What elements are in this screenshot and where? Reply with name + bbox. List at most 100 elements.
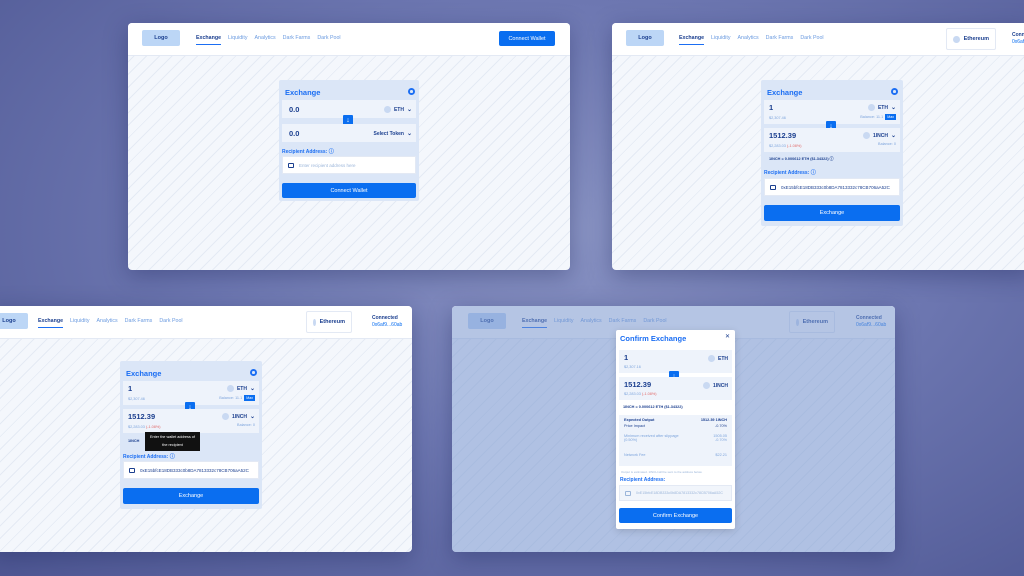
max-button[interactable]: Max [885,114,896,120]
connect-wallet-button[interactable]: Connect Wallet [282,183,416,198]
recipient-label: Recipient Address: ⓘ [282,149,334,155]
recipient-input[interactable]: 0xE15bfcE18DB333c0b8DA7813332c78CB706aA5… [123,461,259,479]
recipient-input[interactable]: Enter recipient address here [282,156,416,174]
nav-exchange[interactable]: Exchange [679,35,705,45]
network-label: Ethereum [963,36,989,42]
close-icon[interactable]: ✕ [725,333,730,340]
connect-wallet-nav-button[interactable]: Connect Wallet [499,31,555,46]
to-panel: 1512.39 $2,283.03 (-1.08%) 1INCH ⌄ Balanc… [764,128,900,152]
to-usd: $2,283.03 (-1.08%) [624,392,657,396]
to-amount[interactable]: 0.0 [289,129,299,138]
to-amount[interactable]: 1512.39 [769,131,796,140]
card-title: Exchange [126,369,162,378]
recipient-value: 0xE15bfcE18DB333c0b8DA7813332c78CB706aA5… [636,491,723,495]
from-balance: Balance: 11.1 Max [219,395,255,401]
connected-label: Connected [372,315,398,321]
to-token-select[interactable]: 1INCH ⌄ [221,413,255,420]
confirm-exchange-modal: Confirm Exchange ✕ 1 $2,307.16 ETH ↓ 151… [616,330,735,529]
to-balance: Balance: 0 [878,142,896,146]
token-icon [702,382,710,389]
nav-analytics[interactable]: Analytics [254,35,275,45]
chevron-down-icon: ⌄ [890,105,896,111]
exchange-button[interactable]: Exchange [123,488,259,504]
balance-text: Balance: 11.1 [860,115,884,119]
nav-liquidity[interactable]: Liquidity [711,35,730,45]
nav-exchange[interactable]: Exchange [196,35,222,45]
expected-output-row: Expected Output 1512.39 1INCH [624,418,727,422]
top-nav: Logo Exchange Liquidity Analytics Dark F… [612,23,1024,56]
nav-exchange[interactable]: Exchange [38,318,64,328]
to-token-select[interactable]: 1INCH ⌄ [862,132,896,139]
settings-gear-icon[interactable] [408,88,415,95]
nav-dark-pool[interactable]: Dark Pool [800,35,823,45]
modal-title: Confirm Exchange [620,334,687,343]
from-token-select[interactable]: ETH ⌄ [226,385,255,392]
exchange-card: Exchange 0.0 ETH ⌄ ↓ 0.0 Select Token ⌄ Re… [279,80,419,201]
tooltip-line-2: the recipient [162,443,183,447]
network-label: Ethereum [319,319,345,325]
recipient-value: 0xE15bfcE18DB333c0b8DA7813332c78CB706aA5… [140,467,249,473]
nav-links: Exchange Liquidity Analytics Dark Farms … [38,318,183,328]
to-panel: 1512.39 $2,283.03 (-1.08%) 1INCH [619,377,732,400]
network-selector[interactable]: Ethereum [946,28,996,50]
ethereum-icon [953,35,960,43]
token-icon [867,104,875,111]
nav-liquidity[interactable]: Liquidity [70,318,89,328]
confirm-exchange-button[interactable]: Confirm Exchange [619,508,732,523]
chevron-down-icon: ⌄ [406,131,412,137]
from-balance: Balance: 11.1 Max [860,114,896,120]
screen-confirm-exchange: Logo Exchange Liquidity Analytics Dark F… [452,306,895,552]
output-note: Output is estimated. 1INCH will be sent … [621,470,703,474]
settings-gear-icon[interactable] [891,88,898,95]
wallet-icon [288,162,294,168]
price-impact-row: Price Impact -0.70% [624,424,727,428]
exchange-button[interactable]: Exchange [764,205,900,221]
nav-dark-farms[interactable]: Dark Farms [125,318,153,328]
nav-dark-pool[interactable]: Dark Pool [317,35,340,45]
recipient-value: 0xE15bfcE18DB333c0b8DA7813332c78CB706aA5… [781,184,890,190]
info-icon[interactable]: ⓘ [170,454,175,460]
to-token-select[interactable]: Select Token ⌄ [373,130,412,138]
nav-dark-farms[interactable]: Dark Farms [283,35,311,45]
from-token-label: ETH [718,355,728,362]
from-token-select[interactable]: ETH ⌄ [867,104,896,111]
network-selector[interactable]: Ethereum [306,311,352,333]
from-usd: $2,307.46 [128,397,145,401]
exchange-rate: 1INCH = 0.000612 ETH ($1.34322) ⓘ [769,157,834,161]
logo: Logo [626,30,664,46]
connected-status[interactable]: Connected0x6af9...60ab [372,315,402,329]
tooltip-line-1: Enter the wallet address of [150,435,195,439]
token-icon [708,355,715,362]
settings-gear-icon[interactable] [250,369,257,376]
max-button[interactable]: Max [244,395,255,401]
from-amount[interactable]: 1 [769,103,773,112]
recipient-input[interactable]: 0xE15bfcE18DB333c0b8DA7813332c78CB706aA5… [764,178,900,196]
connected-status[interactable]: Connected0x6af [1012,32,1024,46]
exchange-rate: 1INCH [128,439,140,443]
top-nav: Logo Exchange Liquidity Analytics Dark F… [0,306,412,339]
connected-label: Connected [1012,32,1024,38]
nav-links: Exchange Liquidity Analytics Dark Farms … [679,35,824,45]
logo: Logo [0,313,28,329]
to-token-label: 1INCH [712,382,728,389]
recipient-label: Recipient Address: [620,477,666,483]
nav-analytics[interactable]: Analytics [737,35,758,45]
from-token-select[interactable]: ETH ⌄ [383,106,412,113]
from-token-label: ETH [236,385,247,392]
from-amount[interactable]: 0.0 [289,105,299,114]
nav-links: Exchange Liquidity Analytics Dark Farms … [196,35,341,45]
nav-liquidity[interactable]: Liquidity [228,35,247,45]
from-usd: $2,307.16 [624,365,641,369]
chevron-down-icon: ⌄ [249,414,255,420]
nav-dark-pool[interactable]: Dark Pool [159,318,182,328]
nav-dark-farms[interactable]: Dark Farms [766,35,794,45]
to-balance: Balance: 0 [237,423,255,427]
top-nav: Logo Exchange Liquidity Analytics Dark F… [128,23,570,56]
exchange-card: Exchange 1 $2,307.46 ETH ⌄ Balance: 11.1 M… [761,80,903,226]
chevron-down-icon: ⌄ [406,107,412,113]
to-usd: $2,283.03 (-1.08%) [128,425,161,429]
ethereum-icon [313,318,316,326]
from-amount[interactable]: 1 [128,384,132,393]
to-amount[interactable]: 1512.39 [128,412,155,421]
nav-analytics[interactable]: Analytics [96,318,117,328]
